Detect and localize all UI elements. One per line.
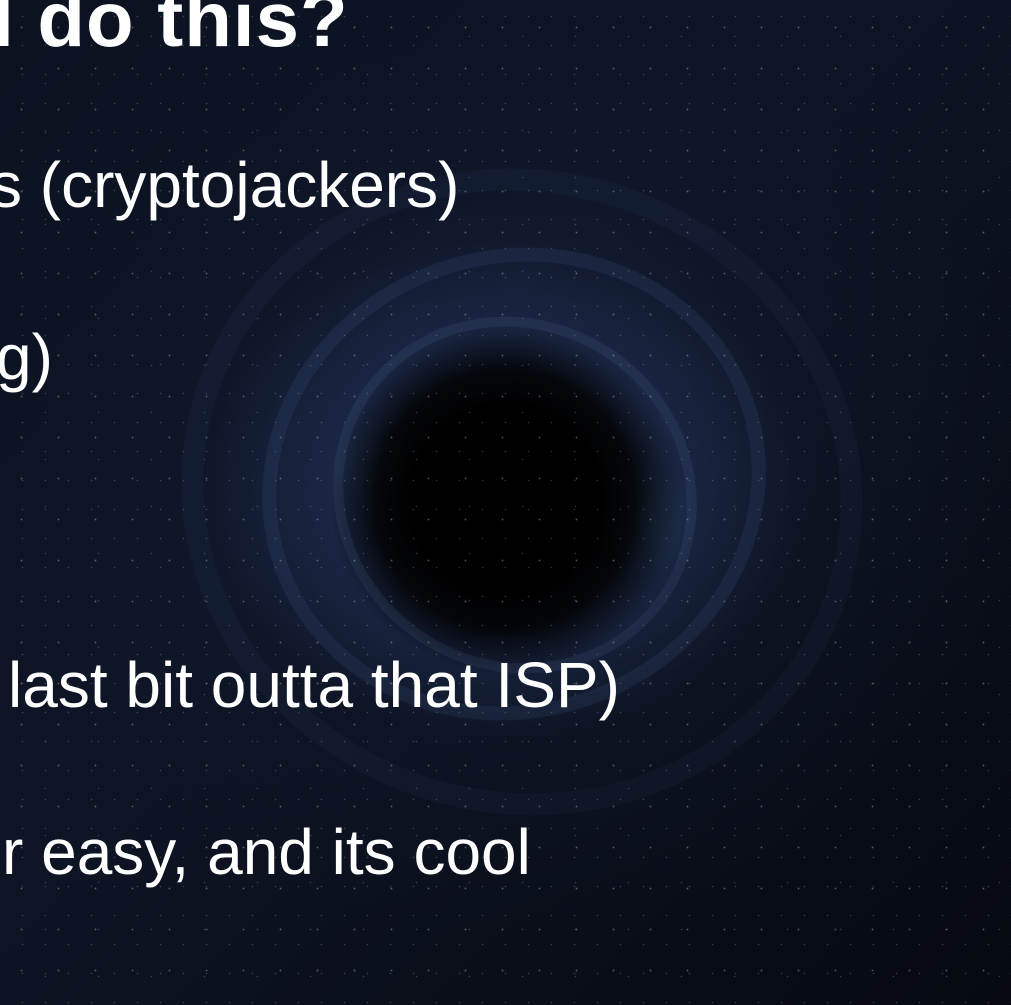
- bullet-line-1: s (cryptojackers): [0, 149, 460, 221]
- bullet-line-4: r easy, and its cool: [2, 816, 531, 888]
- slide-canvas: I do this? s (cryptojackers) g) last bit…: [0, 0, 1011, 1005]
- slide-title: I do this?: [0, 0, 349, 63]
- bullet-line-3: last bit outta that ISP): [8, 649, 620, 721]
- bullet-line-2: g): [0, 321, 53, 393]
